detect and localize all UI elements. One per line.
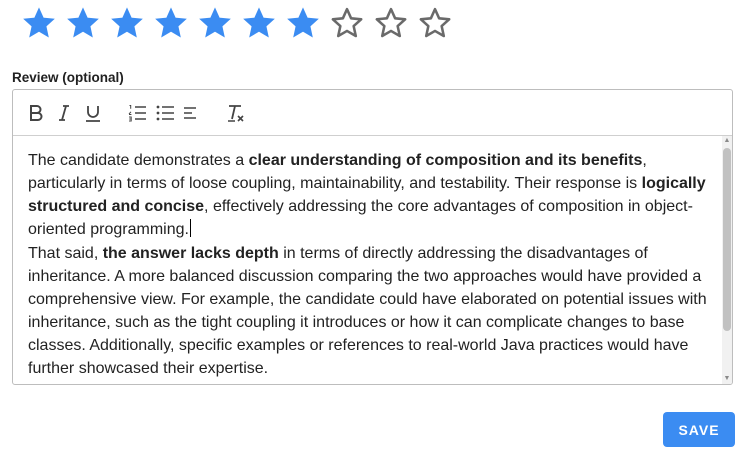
star-empty-icon[interactable]: [413, 4, 457, 42]
editor-scrollbar[interactable]: ▲ ▼: [722, 136, 732, 384]
underline-icon[interactable]: [81, 101, 105, 125]
editor-toolbar: [13, 90, 732, 136]
review-editor: The candidate demonstrates a clear under…: [12, 89, 733, 385]
star-filled-icon[interactable]: [193, 4, 237, 42]
star-filled-icon[interactable]: [17, 4, 61, 42]
review-text-area[interactable]: The candidate demonstrates a clear under…: [13, 136, 722, 384]
text-run: in terms of directly addressing the disa…: [28, 245, 707, 377]
bold-text-run: the answer lacks depth: [102, 245, 279, 262]
bold-icon[interactable]: [24, 101, 48, 125]
star-filled-icon[interactable]: [149, 4, 193, 42]
bold-text-run: clear understanding of composition and i…: [248, 152, 643, 169]
star-filled-icon[interactable]: [61, 4, 105, 42]
text-run: The candidate demonstrates a: [28, 152, 249, 169]
align-left-icon[interactable]: [179, 101, 203, 125]
star-empty-icon[interactable]: [325, 4, 369, 42]
ordered-list-icon[interactable]: [125, 101, 149, 125]
star-rating: [17, 4, 457, 42]
star-filled-icon[interactable]: [237, 4, 281, 42]
review-paragraph: The candidate demonstrates a clear under…: [28, 149, 722, 241]
text-caret: [189, 219, 191, 237]
bullet-list-icon[interactable]: [153, 101, 177, 125]
star-filled-icon[interactable]: [105, 4, 149, 42]
scroll-down-arrow[interactable]: ▼: [722, 374, 732, 384]
text-run: That said,: [28, 245, 103, 262]
save-button[interactable]: SAVE: [663, 412, 735, 447]
italic-icon[interactable]: [52, 101, 76, 125]
star-filled-icon[interactable]: [281, 4, 325, 42]
clear-formatting-icon[interactable]: [223, 101, 247, 125]
review-label: Review (optional): [12, 70, 124, 85]
scroll-thumb[interactable]: [723, 148, 731, 331]
review-paragraph: That said, the answer lacks depth in ter…: [28, 242, 722, 380]
star-empty-icon[interactable]: [369, 4, 413, 42]
scroll-up-arrow[interactable]: ▲: [722, 136, 732, 146]
